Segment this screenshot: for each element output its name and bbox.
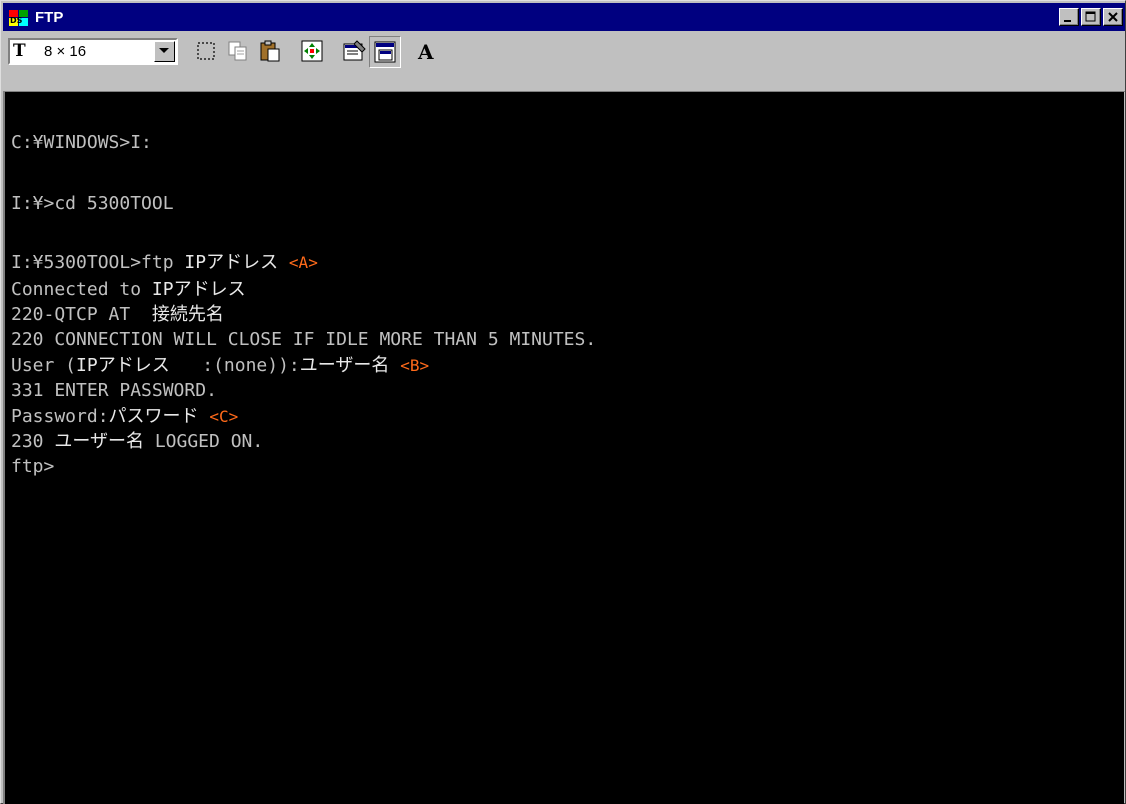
console-line: I:¥5300TOOL>ftp IPアドレス <A> (11, 250, 318, 276)
annotation-a: <A> (288, 253, 318, 272)
font-size-value: 8 × 16 (44, 43, 87, 60)
annotation-c: <C> (209, 407, 239, 426)
window-title: FTP (35, 9, 64, 26)
console-prompt[interactable]: ftp> (11, 454, 54, 480)
user-name-placeholder: ユーザー名 (299, 355, 390, 376)
console-line: C:¥WINDOWS>I: (11, 130, 152, 156)
ip-address-placeholder: IPアドレス (151, 279, 246, 300)
properties-icon (343, 40, 366, 61)
console-text: ftp> (11, 456, 55, 477)
console-text: 331 ENTER PASSWORD. (11, 380, 217, 401)
user-name-placeholder: ユーザー名 (54, 431, 144, 452)
console-line: 220 CONNECTION WILL CLOSE IF IDLE MORE T… (11, 327, 596, 353)
console-text: C:¥WINDOWS>I: (11, 132, 152, 153)
minimize-button[interactable] (1059, 8, 1079, 26)
chevron-down-icon (159, 48, 169, 53)
title-bar[interactable]: DS FTP (3, 3, 1125, 31)
console-text: I:¥5300TOOL>ftp (11, 252, 185, 273)
ms-dos-icon: DS (8, 9, 30, 27)
svg-text:A: A (417, 40, 434, 62)
background-button[interactable] (369, 36, 401, 68)
minimize-icon (1064, 20, 1071, 22)
mark-button[interactable] (191, 36, 223, 68)
password-placeholder: パスワード (108, 406, 199, 427)
svg-text:DS: DS (10, 16, 23, 25)
dropdown-button[interactable] (154, 41, 175, 62)
background-icon (374, 41, 396, 63)
console-text: Connected to (11, 279, 152, 300)
close-button[interactable] (1103, 8, 1123, 26)
font-button[interactable]: A (411, 36, 443, 68)
console-text: Password: (11, 406, 109, 427)
console-line: 331 ENTER PASSWORD. (11, 378, 217, 404)
console-text: 220-QTCP AT (11, 304, 152, 325)
font-size-select[interactable]: T 8 × 16 (8, 38, 178, 65)
console-line: User (IPアドレス :(none)):ユーザー名 <B> (11, 353, 429, 379)
maximize-icon (1085, 11, 1096, 22)
console-line: 230 ユーザー名 LOGGED ON. (11, 429, 263, 455)
paste-button[interactable] (255, 36, 287, 68)
maximize-button[interactable] (1081, 8, 1101, 26)
console-text: LOGGED ON. (144, 431, 264, 452)
console-line: I:¥>cd 5300TOOL (11, 191, 174, 217)
console-output[interactable]: C:¥WINDOWS>I: I:¥>cd 5300TOOL I:¥5300TOO… (3, 92, 1124, 804)
paste-icon (260, 40, 280, 62)
ip-address-placeholder: IPアドレス (76, 355, 170, 376)
font-type-icon: T (13, 41, 26, 61)
font-icon: A (417, 40, 434, 62)
fullscreen-icon (301, 40, 323, 62)
copy-icon (228, 41, 247, 61)
console-line: Connected to IPアドレス (11, 277, 246, 303)
host-name-placeholder: 接続先名 (151, 304, 224, 325)
console-text: User ( (11, 355, 77, 376)
ip-address-placeholder: IPアドレス (184, 252, 279, 273)
console-text: 230 (11, 431, 55, 452)
console-line: 220-QTCP AT 接続先名 (11, 302, 224, 328)
mark-icon (197, 42, 215, 60)
console-text: I:¥>cd 5300TOOL (11, 193, 174, 214)
console-line: Password:パスワード <C> (11, 404, 238, 430)
properties-button[interactable] (339, 36, 371, 68)
console-text: :(none)): (169, 355, 300, 376)
ftp-window: DS FTP T 8 × 16 A C:¥WINDOWS>I: I:¥>cd 5… (0, 0, 1126, 804)
console-text: 220 CONNECTION WILL CLOSE IF IDLE MORE T… (11, 329, 597, 350)
fullscreen-button[interactable] (297, 36, 329, 68)
copy-button[interactable] (223, 36, 255, 68)
close-icon (1108, 12, 1118, 22)
annotation-b: <B> (400, 356, 430, 375)
toolbar: T 8 × 16 A (3, 31, 1125, 92)
